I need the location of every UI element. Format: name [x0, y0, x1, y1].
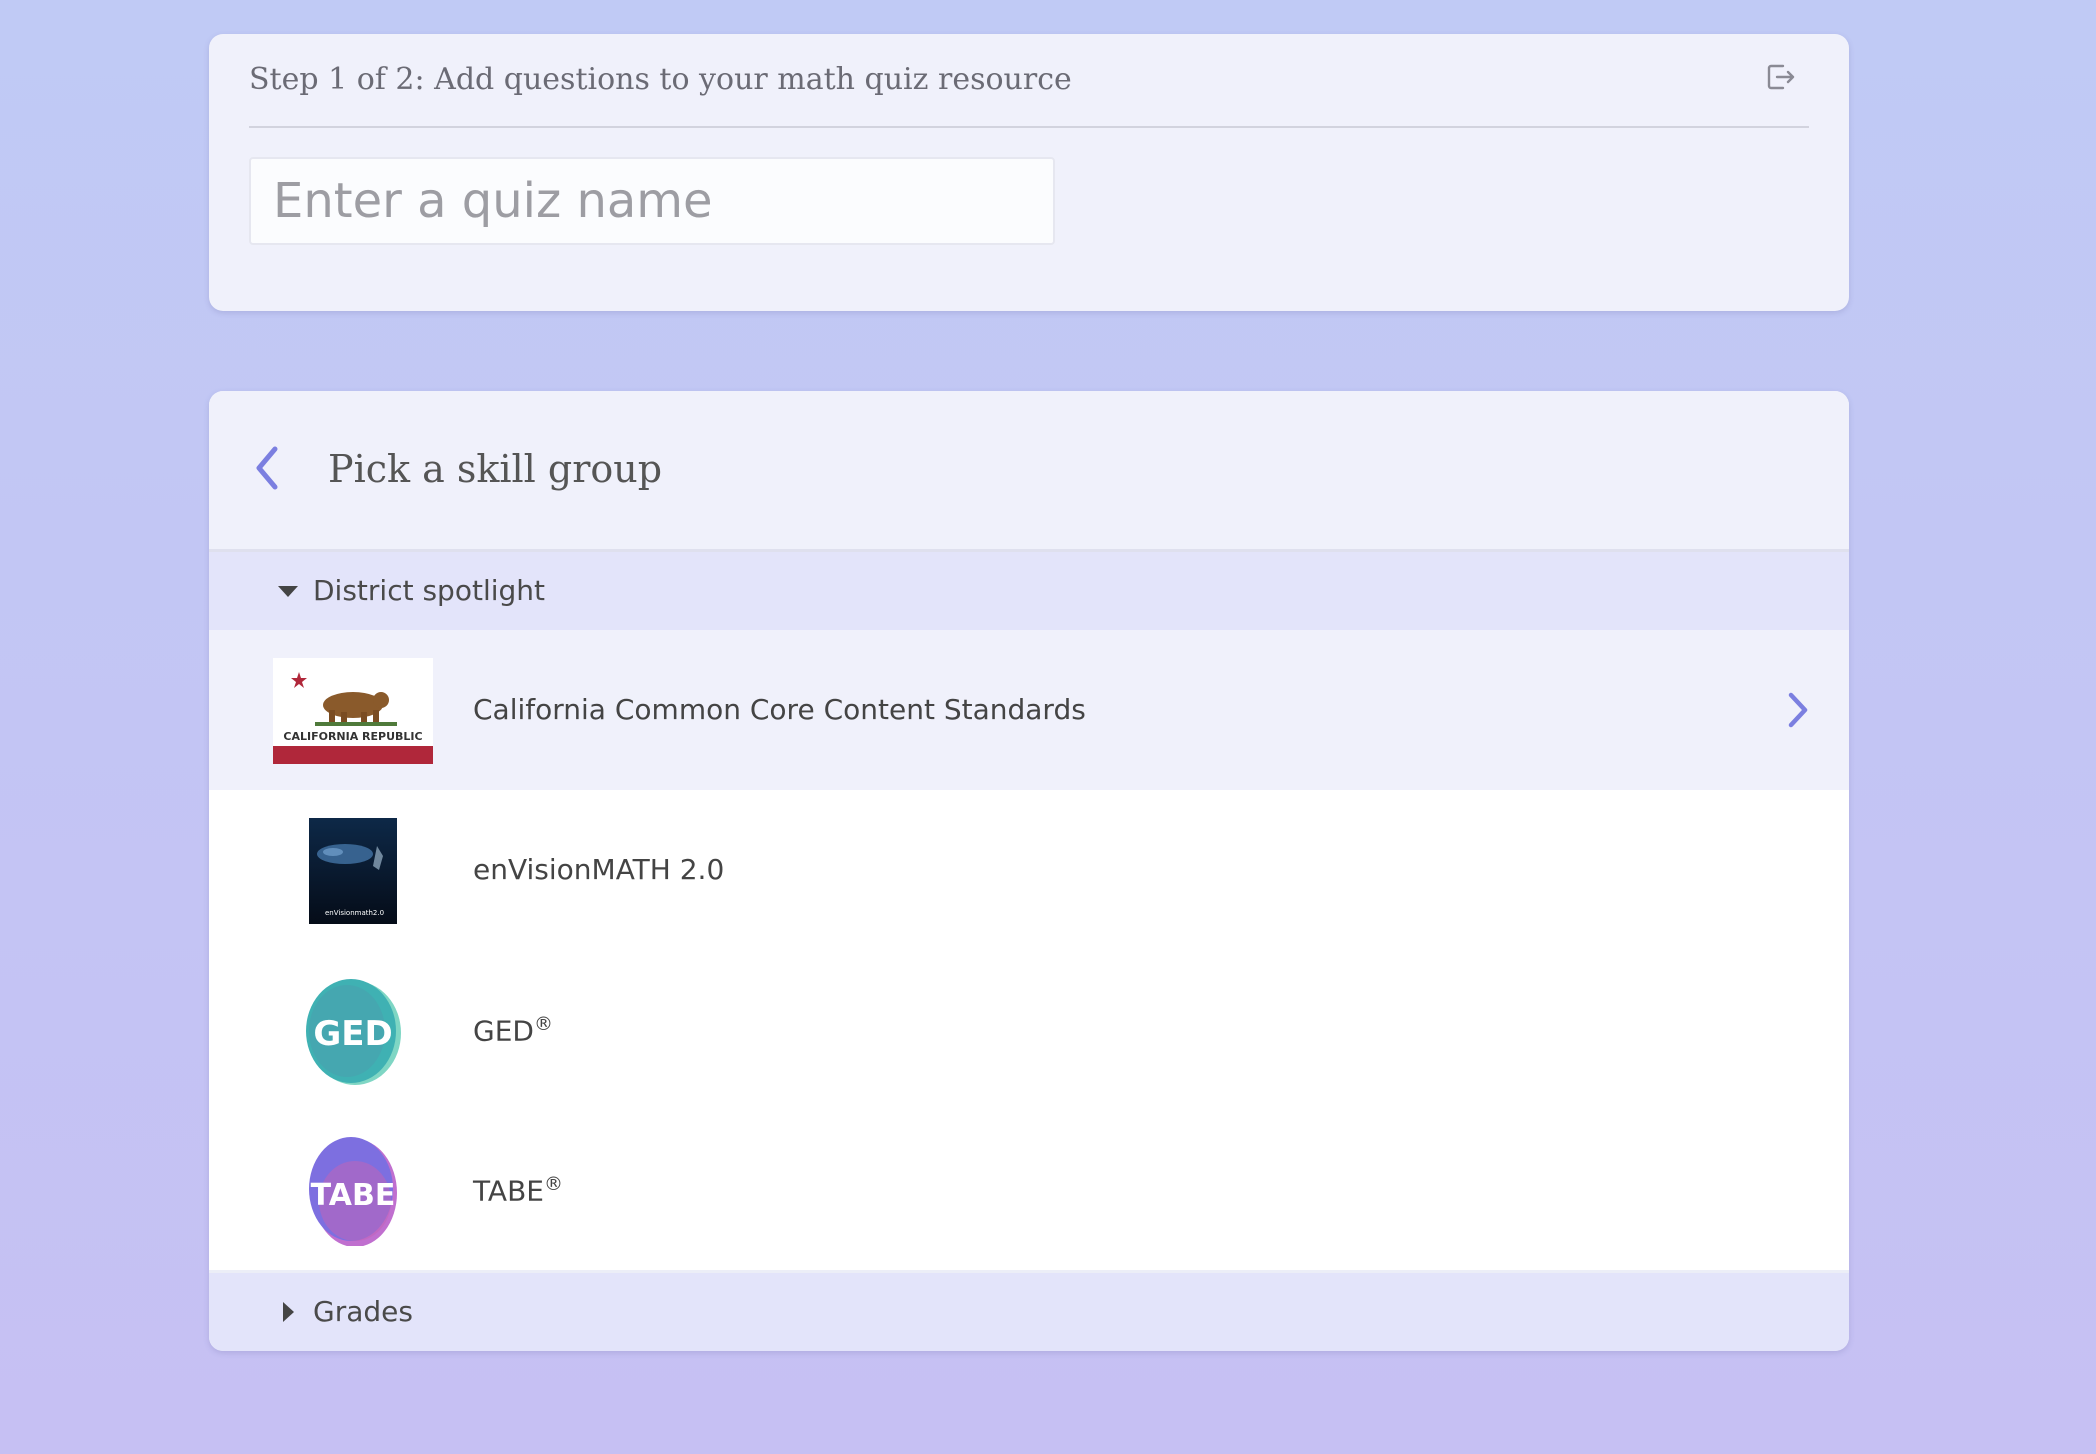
svg-text:TABE: TABE [311, 1178, 396, 1213]
chevron-right-icon [1788, 692, 1808, 728]
exit-icon[interactable] [1763, 60, 1797, 94]
item-label: enVisionMATH 2.0 [473, 853, 725, 886]
section-grades[interactable]: Grades [209, 1273, 1849, 1351]
picker-title: Pick a skill group [328, 447, 663, 491]
chevron-left-icon[interactable] [249, 443, 289, 493]
tabe-logo-icon: TABE [309, 1137, 397, 1246]
skill-group-card: Pick a skill group District spotlight CA… [209, 391, 1849, 1351]
section-district-spotlight[interactable]: District spotlight [209, 552, 1849, 630]
svg-text:GED: GED [313, 1014, 392, 1054]
item-label: California Common Core Content Standards [473, 693, 1086, 726]
quiz-setup-card: Step 1 of 2: Add questions to your math … [209, 34, 1849, 311]
envisionmath-cover-icon: enVisionmath2.0 [309, 818, 397, 924]
caret-right-icon [283, 1302, 294, 1322]
section-label: Grades [313, 1295, 413, 1328]
section-label: District spotlight [313, 574, 545, 607]
svg-text:enVisionmath2.0: enVisionmath2.0 [325, 909, 384, 917]
list-item-envisionmath[interactable]: enVisionmath2.0 enVisionMATH 2.0 [209, 790, 1849, 950]
list-item-california-standards[interactable]: CALIFORNIA REPUBLIC California Common Co… [209, 630, 1849, 790]
california-flag-icon: CALIFORNIA REPUBLIC [273, 658, 433, 764]
caret-down-icon [278, 586, 298, 597]
svg-text:CALIFORNIA REPUBLIC: CALIFORNIA REPUBLIC [283, 730, 422, 743]
item-label: TABE® [473, 1173, 563, 1208]
step-title: Step 1 of 2: Add questions to your math … [249, 62, 1072, 97]
ged-logo-icon: GED [306, 979, 401, 1085]
item-label: GED® [473, 1013, 553, 1048]
quiz-name-input[interactable] [249, 157, 1055, 245]
step-header: Step 1 of 2: Add questions to your math … [249, 34, 1809, 128]
picker-header: Pick a skill group [209, 391, 1849, 552]
list-item-tabe[interactable]: TABE TABE® [209, 1110, 1849, 1270]
list-item-ged[interactable]: GED GED® [209, 950, 1849, 1110]
